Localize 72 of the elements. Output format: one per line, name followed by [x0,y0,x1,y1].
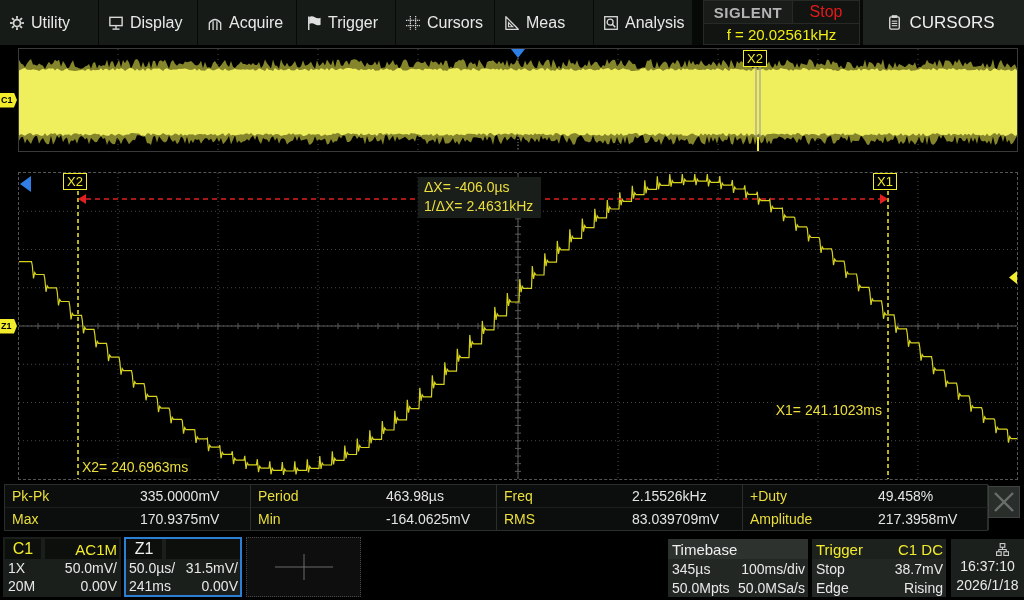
measurement-label: Min [257,510,282,529]
channel-setting: 241ms [129,578,172,594]
channel-tag: C1 [0,92,17,108]
measurement-label: +Duty [743,485,871,508]
triangle-marker-icon [20,176,31,192]
measurement-value: 83.039709mV [625,508,743,530]
measurement-value: 463.98µs [379,485,497,508]
measurement-value: 170.9375mV [133,508,251,530]
measurement-label: RMS [503,510,537,529]
menu-item[interactable]: Acquire [198,0,296,45]
menu-item[interactable]: Meas [495,0,593,45]
flag-icon [307,15,321,30]
clock-date: 2026/1/18 [956,576,1019,594]
close-button[interactable] [988,486,1020,518]
gear-icon [10,15,24,30]
menu-item[interactable]: Display [99,0,197,45]
run-state: Stop [808,2,844,22]
measurement-label: Freq [497,485,625,508]
delta-readout: 1/ΔX= 2.4631kHz [424,197,534,216]
close-icon [994,492,1014,512]
network-icon [996,542,1009,556]
timebase-title: Timebase [672,540,738,558]
menu-item[interactable]: Utility [0,0,98,45]
grid-icon [406,15,420,30]
channel-setting: 50.0µs/ [129,560,176,576]
measurement-value: 2.15526kHz [625,485,743,508]
cursor-label: X1 [873,173,897,190]
plus-icon [274,554,333,580]
timebase-setting: 345µs [672,560,711,577]
channel-coupling: AC1M [75,540,117,558]
trigger-setting: Edge [816,579,849,596]
cursor-label: X2 [63,173,87,190]
monitor-icon [109,15,123,30]
brand-logo: SIGLENT [704,1,793,23]
trigger-setting: Rising [904,579,943,596]
timebase-setting: 100ms/div [741,560,805,577]
channel-setting: 50.0mV/ [64,560,117,576]
channel-tag: Z1 [0,318,17,334]
clipboard-icon [889,15,900,30]
cursor-readout: X2= 240.6963ms [79,458,192,476]
side-menu-button[interactable]: CURSORS [863,0,1024,45]
cursor-label: X2 [743,50,767,67]
clock-time: 16:37:10 [960,557,1015,575]
empty-channel-slot[interactable] [246,537,361,597]
channel-setting: 20M [8,578,36,594]
measurement-value: 335.0000mV [133,485,251,508]
triangle-marker-icon [511,49,525,58]
menu-item[interactable]: Analysis [594,0,692,45]
channel-setting: 0.00V [201,578,238,594]
channel-name: Z1 [126,539,162,559]
cursor-readout: X1= 241.1023ms [772,401,885,419]
trigger-setting: 38.7mV [894,560,943,577]
channel-setting: 31.5mV/ [185,560,238,576]
timebase-setting: 50.0MSa/s [738,579,805,596]
menu-item[interactable]: Cursors [396,0,494,45]
channel-setting: 0.00V [80,578,117,594]
channel-setting: 1X [8,560,26,576]
trigger-source: C1 DC [898,540,943,558]
measurement-label: Max [11,510,40,529]
timebase-setting: 50.0Mpts [672,579,730,596]
measurement-label: Pk-Pk [5,485,133,508]
channel-name: C1 [5,539,41,559]
magnifier-icon [604,15,618,30]
measurement-value: -164.0625mV [379,508,497,530]
measurement-label: Period [251,485,379,508]
trigger-frequency: f = 20.02561kHz [725,24,838,44]
measurement-label: Amplitude [749,510,814,529]
triangle-marker-icon [1009,271,1017,284]
trigger-setting: Stop [816,560,845,577]
trigger-title: Trigger [816,540,863,558]
delta-readout: ΔX= -406.0µs [424,178,511,197]
menu-item[interactable]: Trigger [297,0,395,45]
